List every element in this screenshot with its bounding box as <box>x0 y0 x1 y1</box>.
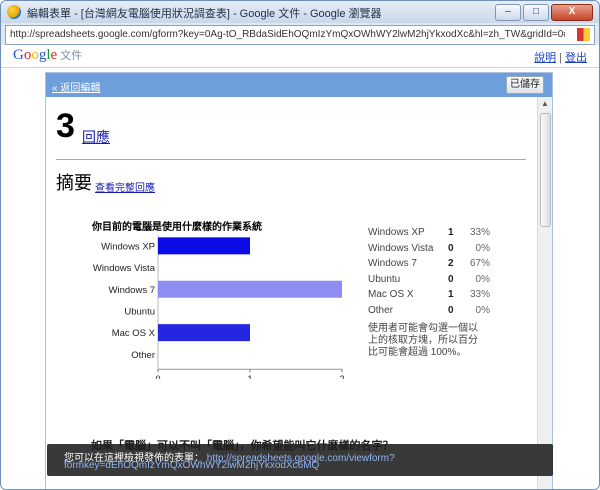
saved-button[interactable]: 已儲存 <box>506 76 544 94</box>
help-link[interactable]: 說明 <box>534 52 556 64</box>
category-label: Ubuntu <box>124 306 155 317</box>
stats-row: Mac OS X 1 33% <box>368 289 508 305</box>
vertical-scrollbar[interactable]: ▲ <box>537 97 552 489</box>
title-bar: 編輯表單 - [台灣網友電腦使用狀況調查表] - Google 文件 - Goo… <box>1 1 599 23</box>
stats-label: Other <box>368 304 394 316</box>
stats-count: 0 <box>448 242 454 254</box>
window-controls: – □ X <box>495 4 593 21</box>
stats-percent: 33% <box>469 289 490 300</box>
published-form-tooltip: 您可以在這裡檢視發佈的表單： http://spreadsheets.googl… <box>47 444 553 476</box>
response-count: 3 <box>56 107 75 145</box>
stats-count: 0 <box>448 304 454 316</box>
os-bar-chart: Windows XP Windows Vista Windows 7 Ubuntu Ma… <box>93 235 345 379</box>
stats-percent: 67% <box>469 258 490 269</box>
minimize-button[interactable]: – <box>495 4 521 21</box>
stats-label: Windows 7 <box>368 258 417 269</box>
logo-letter: G <box>13 47 24 63</box>
stats-percent: 0% <box>475 304 490 316</box>
extension-icon[interactable] <box>577 28 590 41</box>
x-tick-label: 0 <box>155 374 160 379</box>
logo-product-name: 文件 <box>60 50 83 62</box>
form-summary-panel: « 返回編輯 已儲存 ▲ 3 回應 摘要 查看完整回應 你目前的電腦是使用什麼樣… <box>45 72 553 489</box>
content-area: « 返回編輯 已儲存 ▲ 3 回應 摘要 查看完整回應 你目前的電腦是使用什麼樣… <box>1 68 599 489</box>
divider <box>56 159 526 160</box>
x-tick-label: 2 <box>339 374 344 379</box>
stats-percent: 33% <box>469 227 490 238</box>
tooltip-url-part2[interactable]: formkey=dEhOQmIzYmQxOWhWY2lwM2hjYkxodXc6… <box>64 460 319 471</box>
header-links: 說明 | 登出 <box>534 49 587 65</box>
browser-window: 編輯表單 - [台灣網友電腦使用狀況調查表] - Google 文件 - Goo… <box>0 0 600 490</box>
category-label: Windows 7 <box>109 285 155 296</box>
stats-count: 1 <box>448 289 454 300</box>
bar <box>158 237 250 255</box>
category-label: Mac OS X <box>112 328 156 339</box>
signout-link[interactable]: 登出 <box>565 52 587 64</box>
back-to-edit-link[interactable]: « 返回編輯 <box>52 79 100 94</box>
stats-row: Other 0 0% <box>368 305 508 321</box>
scroll-up-icon[interactable]: ▲ <box>538 97 552 111</box>
scroll-thumb[interactable] <box>540 113 551 227</box>
logo-letter: o <box>31 47 39 63</box>
logo-letter: e <box>50 47 58 63</box>
stats-row: Windows 7 2 67% <box>368 258 508 274</box>
percentage-note: 使用者可能會勾選一個以上的核取方塊，所以百分比可能會超過 100%。 <box>368 323 478 358</box>
link-separator: | <box>559 52 562 64</box>
view-all-responses-link[interactable]: 查看完整回應 <box>95 179 155 194</box>
category-label: Windows XP <box>101 241 155 252</box>
stats-count: 1 <box>448 227 454 238</box>
stats-label: Mac OS X <box>368 289 414 300</box>
address-bar[interactable]: http://spreadsheets.google.com/gform?key… <box>5 25 595 45</box>
bar <box>158 280 342 298</box>
google-docs-logo[interactable]: Google 文件 <box>13 47 82 64</box>
window-title: 編輯表單 - [台灣網友電腦使用狀況調查表] - Google 文件 - Goo… <box>27 8 382 20</box>
response-stats-table: Windows XP 1 33% Windows Vista 0 0% Windows 7 2… <box>368 227 508 320</box>
category-label: Other <box>131 350 155 361</box>
address-url[interactable]: http://spreadsheets.google.com/gform?key… <box>10 29 565 40</box>
docs-header: Google 文件 說明 | 登出 <box>1 45 599 68</box>
stats-row: Windows XP 1 33% <box>368 227 508 243</box>
bar <box>158 324 250 342</box>
stats-label: Ubuntu <box>368 273 401 285</box>
stats-percent: 0% <box>475 273 490 285</box>
stats-count: 2 <box>448 258 454 269</box>
x-tick-label: 1 <box>247 374 252 379</box>
stats-row: Windows Vista 0 0% <box>368 243 508 259</box>
browser-app-icon <box>7 5 21 19</box>
maximize-button[interactable]: □ <box>523 4 549 21</box>
summary-heading: 摘要 <box>56 173 92 193</box>
stats-label: Windows XP <box>368 227 425 238</box>
stats-label: Windows Vista <box>368 242 434 254</box>
stats-row: Ubuntu 0 0% <box>368 274 508 290</box>
category-label: Windows Vista <box>93 263 156 274</box>
responses-link[interactable]: 回應 <box>82 127 110 147</box>
close-button[interactable]: X <box>551 4 593 21</box>
stats-percent: 0% <box>475 242 490 254</box>
stats-count: 0 <box>448 273 454 285</box>
form-header-bar: « 返回編輯 已儲存 <box>46 73 552 97</box>
